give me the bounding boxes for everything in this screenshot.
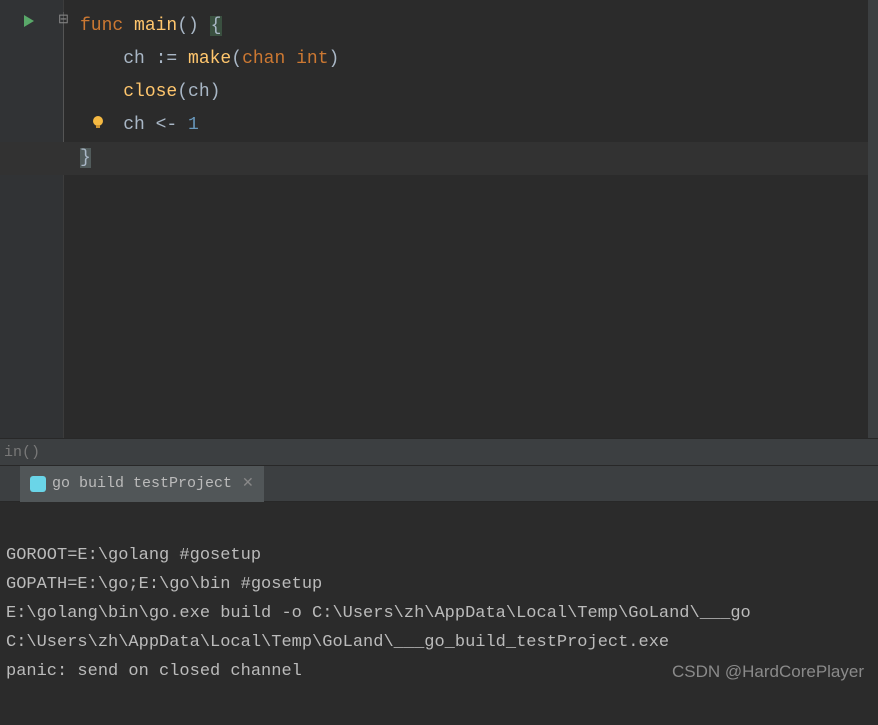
number: 1 bbox=[188, 115, 199, 135]
code-line[interactable]: ch <- 1 bbox=[80, 109, 878, 142]
type: int bbox=[296, 49, 328, 69]
indent bbox=[80, 49, 123, 69]
output-line: GOPATH=E:\go;E:\go\bin #gosetup bbox=[6, 575, 322, 594]
fold-toggle-open[interactable]: ⊟ bbox=[58, 12, 69, 27]
indent bbox=[80, 82, 123, 102]
keyword: chan bbox=[242, 49, 285, 69]
code-line[interactable]: func main() { bbox=[80, 10, 878, 43]
tab-label: go build testProject bbox=[52, 475, 232, 492]
output-line: panic: send on closed channel bbox=[6, 662, 302, 681]
code-line[interactable]: close(ch) bbox=[80, 76, 878, 109]
operator: <- bbox=[156, 115, 188, 135]
indent bbox=[80, 115, 123, 135]
watermark: CSDN @HardCorePlayer bbox=[672, 662, 864, 682]
breadcrumb-bar[interactable]: in() bbox=[0, 438, 878, 466]
editor-area[interactable]: ⊟ ⊟ func main() { ch := make(chan int) c… bbox=[0, 0, 878, 438]
punct: () bbox=[177, 16, 209, 36]
output-line: E:\golang\bin\go.exe build -o C:\Users\z… bbox=[6, 604, 751, 623]
editor-scrollbar[interactable] bbox=[868, 0, 878, 438]
gutter[interactable] bbox=[8, 0, 64, 438]
builtin: close bbox=[123, 82, 177, 102]
code-line[interactable]: } bbox=[80, 142, 878, 175]
code-line[interactable]: ch := make(chan int) bbox=[80, 43, 878, 76]
gopher-icon bbox=[30, 476, 46, 492]
paren: ( bbox=[231, 49, 242, 69]
identifier: ch bbox=[123, 115, 155, 135]
function-name: main bbox=[134, 16, 177, 36]
identifier: ch bbox=[188, 82, 210, 102]
terminal-tab-bar: go build testProject ✕ bbox=[0, 466, 878, 502]
operator: := bbox=[156, 49, 188, 69]
output-line: GOROOT=E:\golang #gosetup bbox=[6, 546, 261, 565]
breadcrumb-text: in() bbox=[4, 444, 40, 461]
terminal-panel: go build testProject ✕ GOROOT=E:\golang … bbox=[0, 466, 878, 694]
terminal-tab-active[interactable]: go build testProject ✕ bbox=[20, 466, 264, 502]
code-content[interactable]: func main() { ch := make(chan int) close… bbox=[64, 0, 878, 438]
keyword: func bbox=[80, 16, 123, 36]
output-line: C:\Users\zh\AppData\Local\Temp\GoLand\__… bbox=[6, 633, 669, 652]
space bbox=[285, 49, 296, 69]
brace-close: } bbox=[80, 148, 91, 168]
paren: ) bbox=[210, 82, 221, 102]
paren: ( bbox=[177, 82, 188, 102]
gutter-margin bbox=[0, 0, 8, 438]
builtin: make bbox=[188, 49, 231, 69]
paren: ) bbox=[329, 49, 340, 69]
close-icon[interactable]: ✕ bbox=[242, 475, 254, 492]
run-icon[interactable] bbox=[22, 14, 36, 34]
brace-open: { bbox=[210, 16, 223, 36]
identifier: ch bbox=[123, 49, 155, 69]
terminal-output[interactable]: GOROOT=E:\golang #gosetup GOPATH=E:\go;E… bbox=[0, 502, 878, 725]
